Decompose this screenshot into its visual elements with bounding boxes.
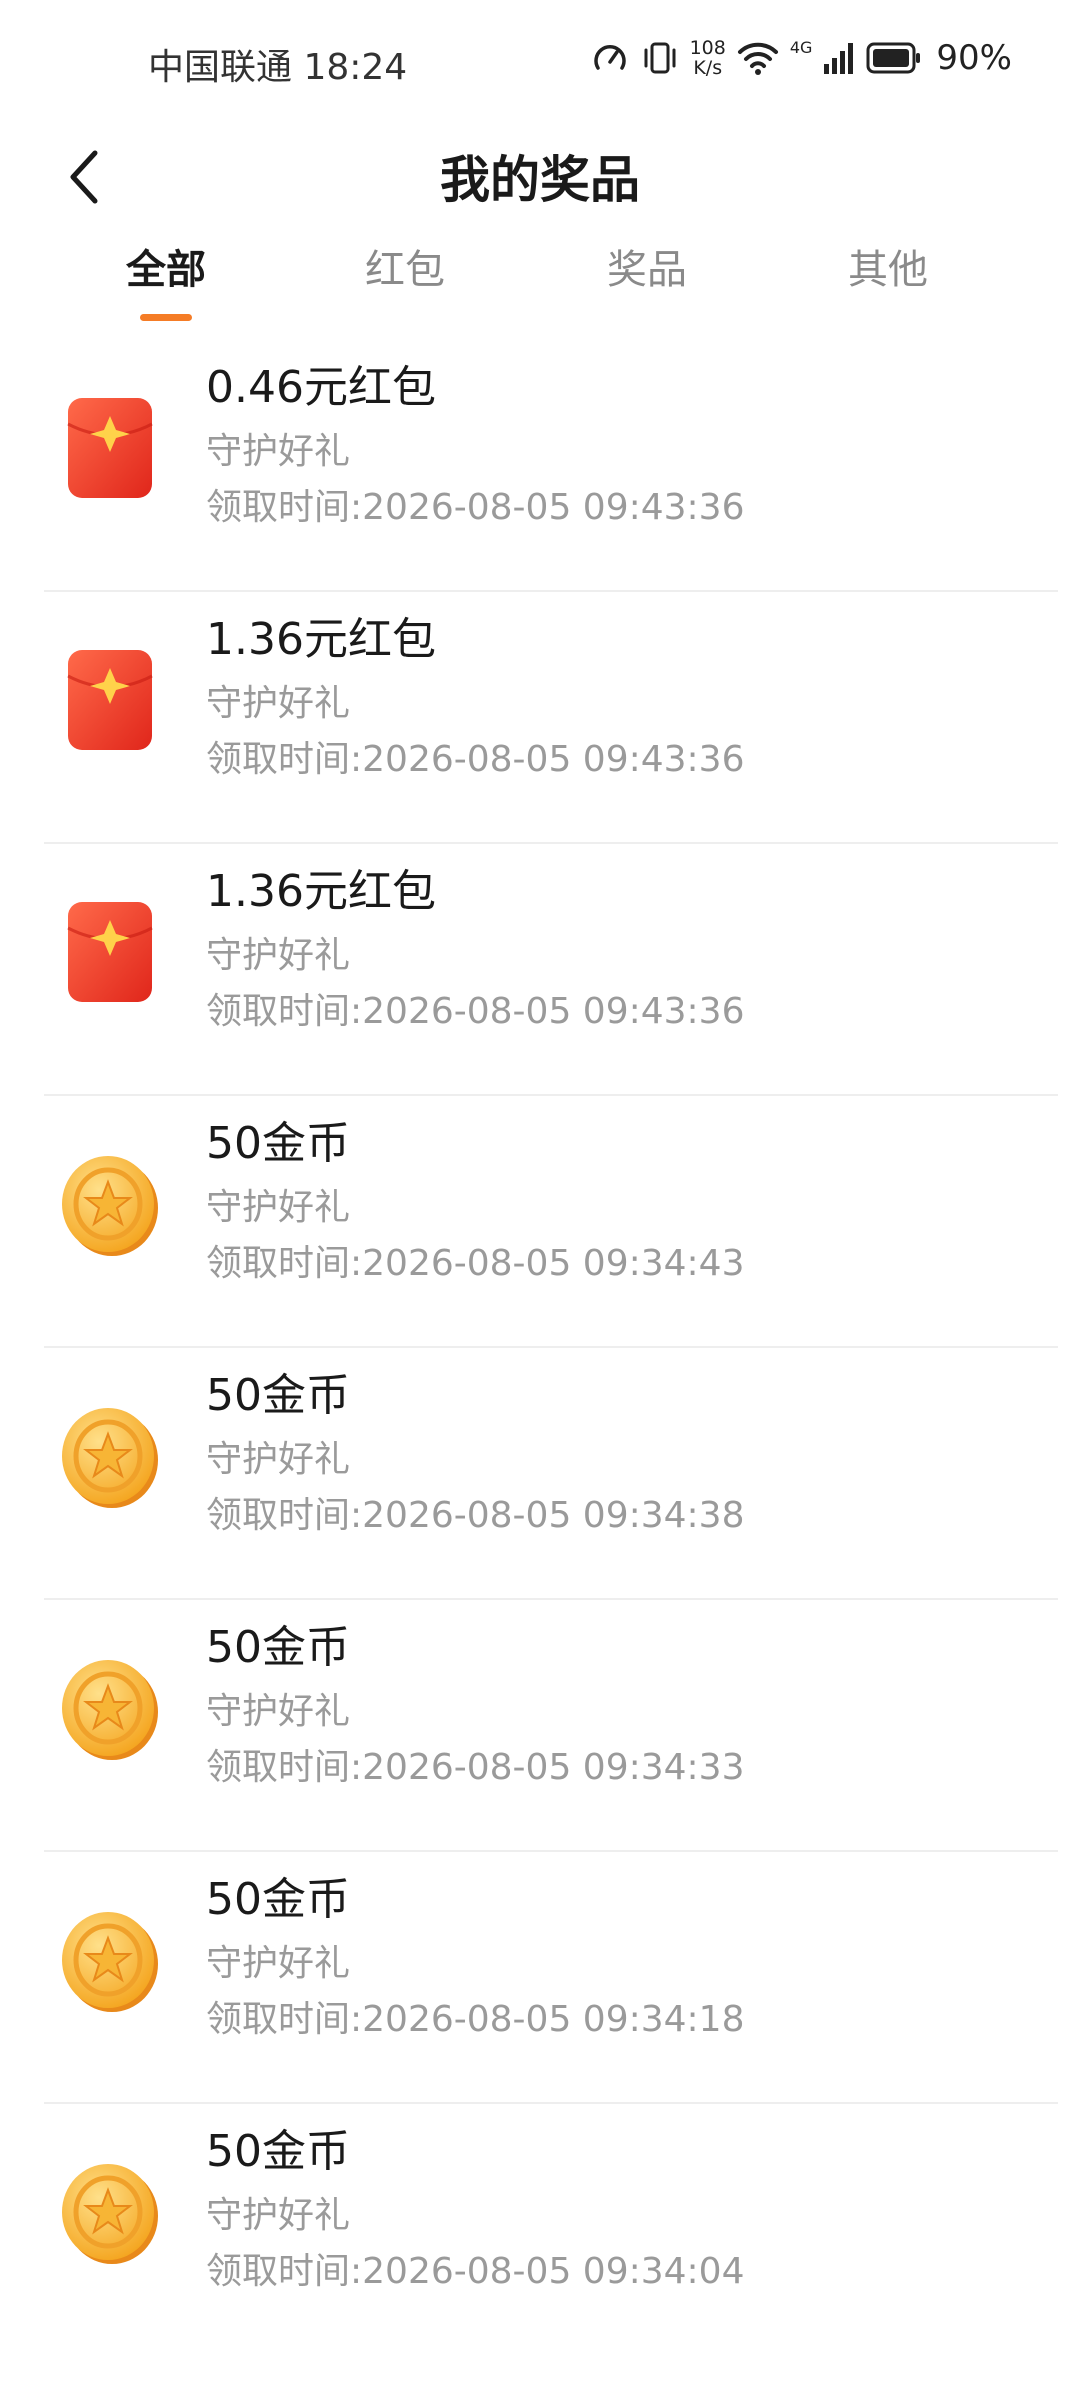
prize-source: 守护好礼 xyxy=(206,935,351,976)
prize-title: 50金币 xyxy=(206,2126,350,2177)
page-title: 我的奖品 xyxy=(440,151,640,209)
prize-title: 1.36元红包 xyxy=(206,866,436,917)
carrier-time: 中国联通 18:24 xyxy=(148,47,408,88)
list-item[interactable]: 50金币守护好礼领取时间:2026-08-05 09:34:43 xyxy=(44,1096,1058,1348)
active-tab-indicator xyxy=(140,314,192,321)
battery-icon xyxy=(866,41,922,75)
tab-other[interactable]: 其他 xyxy=(788,240,988,336)
gold-coin-icon xyxy=(60,1654,160,1764)
gold-coin-icon xyxy=(60,1150,160,1260)
prize-title: 0.46元红包 xyxy=(206,362,436,413)
prize-title: 50金币 xyxy=(206,1370,350,1421)
claim-time: 领取时间:2026-08-05 09:43:36 xyxy=(206,739,745,780)
list-item[interactable]: 50金币守护好礼领取时间:2026-08-05 09:34:04 xyxy=(44,2104,1058,2354)
net-speed: 108 K/s xyxy=(689,37,726,79)
list-item[interactable]: 50金币守护好礼领取时间:2026-08-05 09:34:38 xyxy=(44,1348,1058,1600)
battery-percent: 90% xyxy=(936,38,1012,78)
prize-source: 守护好礼 xyxy=(206,431,351,472)
prize-source: 守护好礼 xyxy=(206,1187,351,1228)
prize-title: 50金币 xyxy=(206,1622,350,1673)
claim-time: 领取时间:2026-08-05 09:34:18 xyxy=(206,1999,745,2040)
list-item[interactable]: 50金币守护好礼领取时间:2026-08-05 09:34:18 xyxy=(44,1852,1058,2104)
red-envelope-icon xyxy=(60,646,160,756)
list-item[interactable]: 50金币守护好礼领取时间:2026-08-05 09:34:33 xyxy=(44,1600,1058,1852)
list-item[interactable]: 0.46元红包守护好礼领取时间:2026-08-05 09:43:36 xyxy=(44,340,1058,592)
gold-coin-icon xyxy=(60,1906,160,2016)
gold-coin-icon xyxy=(60,2158,160,2268)
gold-coin-icon xyxy=(60,1402,160,1512)
claim-time: 领取时间:2026-08-05 09:34:43 xyxy=(206,1243,745,1284)
prize-source: 守护好礼 xyxy=(206,2195,351,2236)
header: 我的奖品 xyxy=(0,120,1080,240)
prize-source: 守护好礼 xyxy=(206,1691,351,1732)
claim-time: 领取时间:2026-08-05 09:34:04 xyxy=(206,2251,745,2292)
signal-icon xyxy=(822,40,856,76)
prize-source: 守护好礼 xyxy=(206,1439,351,1480)
prize-list: 0.46元红包 守护好礼 领取时间:2026-08-05 09:43:36 1.36… xyxy=(0,340,1080,2354)
claim-time: 领取时间:2026-08-05 09:34:38 xyxy=(206,1495,745,1536)
claim-time: 领取时间:2026-08-05 09:43:36 xyxy=(206,487,745,528)
tab-prizes[interactable]: 奖品 xyxy=(547,240,747,336)
list-item[interactable]: 1.36元红包守护好礼领取时间:2026-08-05 09:43:36 xyxy=(44,592,1058,844)
list-item[interactable]: 1.36元红包守护好礼领取时间:2026-08-05 09:43:36 xyxy=(44,844,1058,1096)
vibrate-icon xyxy=(640,38,680,78)
network-type: 4G xyxy=(789,38,813,57)
prize-source: 守护好礼 xyxy=(206,683,351,724)
prize-title: 1.36元红包 xyxy=(206,614,436,665)
red-envelope-icon xyxy=(60,394,160,504)
prize-source: 守护好礼 xyxy=(206,1943,351,1984)
status-icons: 108 K/s 4G 90% xyxy=(590,36,1012,80)
tab-bar: 全部 红包 奖品 其他 xyxy=(0,240,1080,336)
status-bar: 中国联通 18:24 108 K/s 4G 90% xyxy=(0,0,1080,120)
tab-red-envelope[interactable]: 红包 xyxy=(305,240,505,336)
claim-time: 领取时间:2026-08-05 09:34:33 xyxy=(206,1747,745,1788)
prize-title: 50金币 xyxy=(206,1874,350,1925)
red-envelope-icon xyxy=(60,898,160,1008)
wifi-icon xyxy=(736,38,780,78)
claim-time: 领取时间:2026-08-05 09:43:36 xyxy=(206,991,745,1032)
nfc-icon xyxy=(590,38,630,78)
tab-all[interactable]: 全部 xyxy=(66,240,266,336)
prize-title: 50金币 xyxy=(206,1118,350,1169)
